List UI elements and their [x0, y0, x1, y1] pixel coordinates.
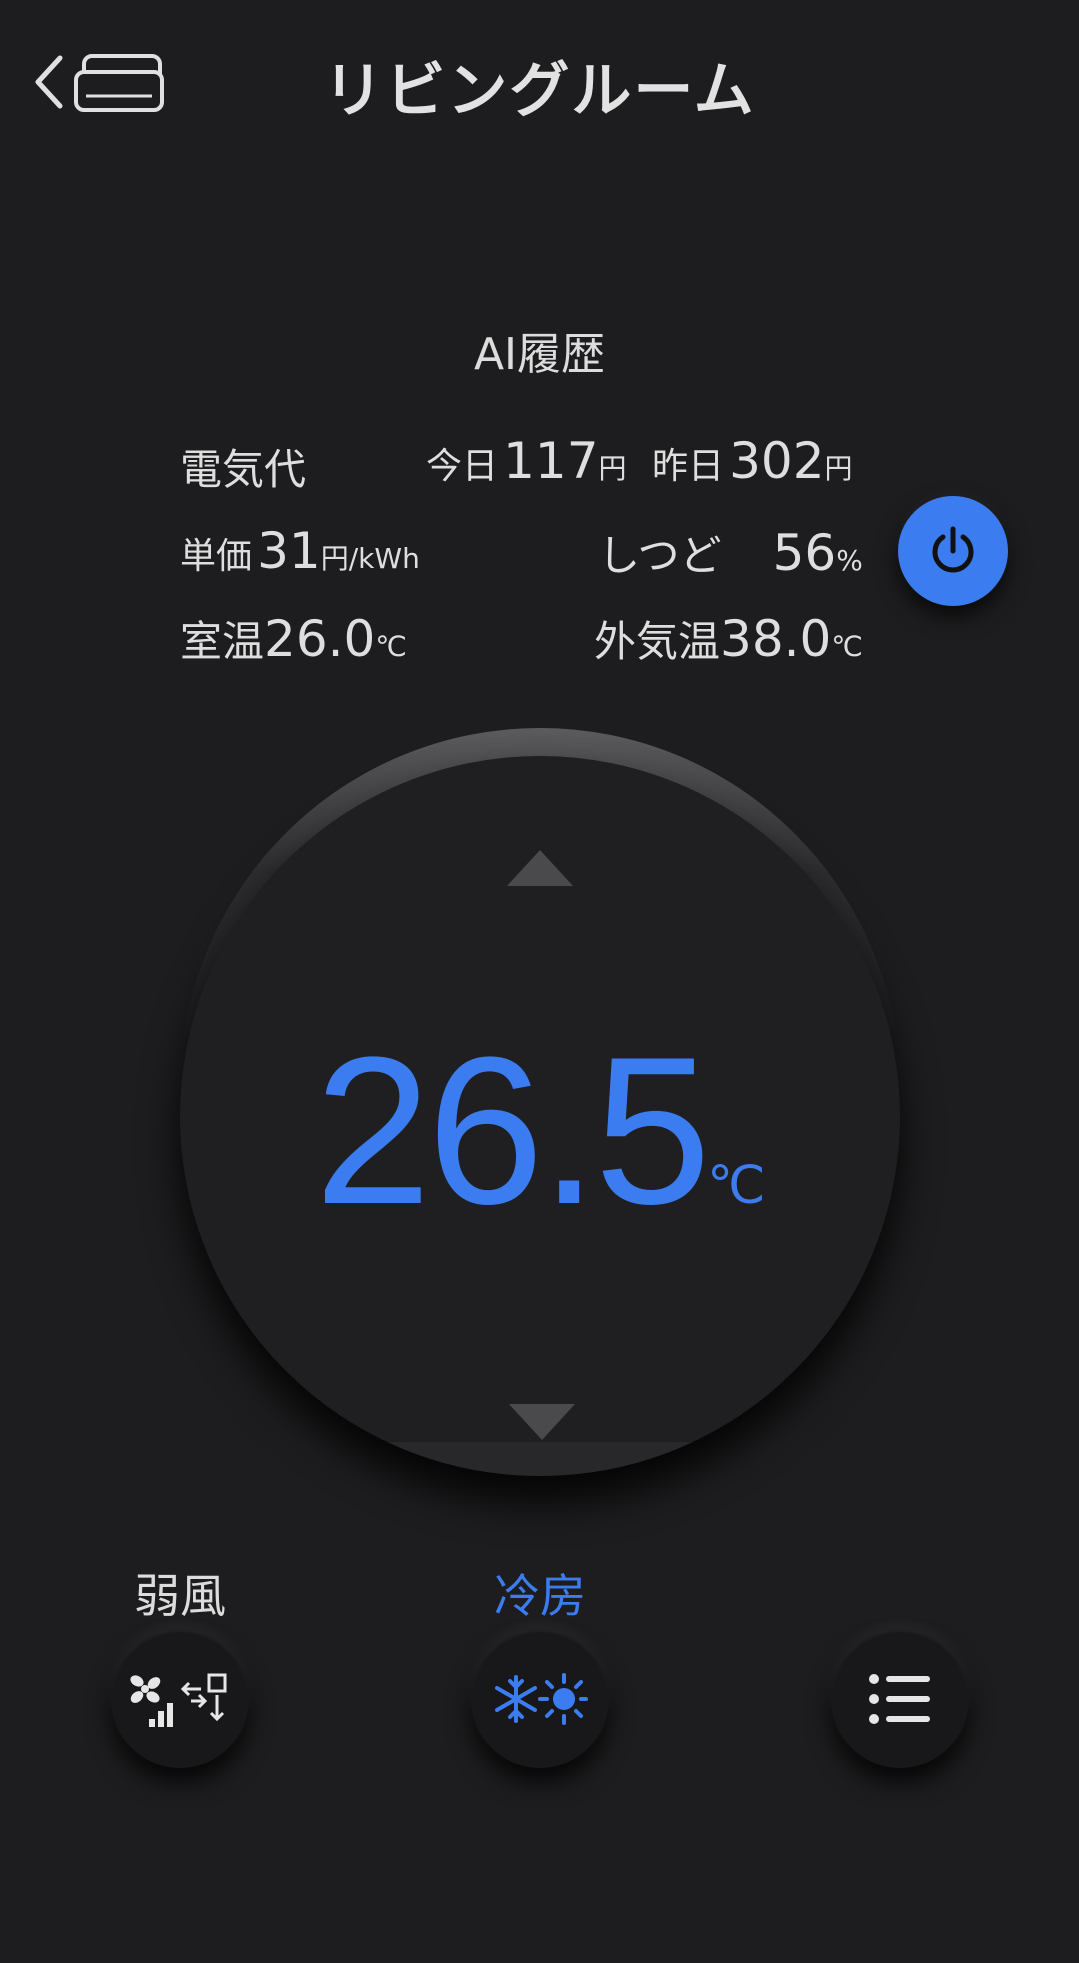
room-temperature: 室温26.0℃: [180, 610, 407, 668]
mode-button[interactable]: [471, 1630, 609, 1768]
unit-price: 単価 31円/kWh: [180, 522, 420, 580]
menu-button[interactable]: [831, 1630, 969, 1768]
fan-speed-label: 弱風: [134, 1569, 226, 1623]
outdoor-temperature: 外気温38.0℃: [594, 610, 863, 668]
humidity: しつど 56%: [598, 524, 863, 582]
cool-heat-icon: [495, 1673, 588, 1725]
page-title: リビングルーム: [323, 56, 756, 126]
today-cost: 今日 117円: [426, 432, 627, 490]
ai-history-link[interactable]: AI履歴: [0, 318, 1079, 382]
power-icon: [932, 526, 974, 573]
header: リビングルーム: [0, 0, 1079, 170]
list-icon: [869, 1674, 930, 1724]
set-temperature: 26.5℃: [314, 1013, 766, 1248]
temp-down-button[interactable]: [507, 1402, 577, 1442]
fan-speed-button[interactable]: [111, 1630, 249, 1768]
electricity-label: 電気代: [180, 445, 307, 494]
thermostat-dial: 26.5℃: [180, 728, 900, 1504]
yesterday-cost: 昨日 302円: [652, 432, 853, 490]
power-button[interactable]: [898, 496, 1008, 606]
temp-up-button[interactable]: [505, 848, 575, 888]
fan-swing-icon: [130, 1673, 227, 1727]
mode-label: 冷房: [494, 1569, 586, 1623]
